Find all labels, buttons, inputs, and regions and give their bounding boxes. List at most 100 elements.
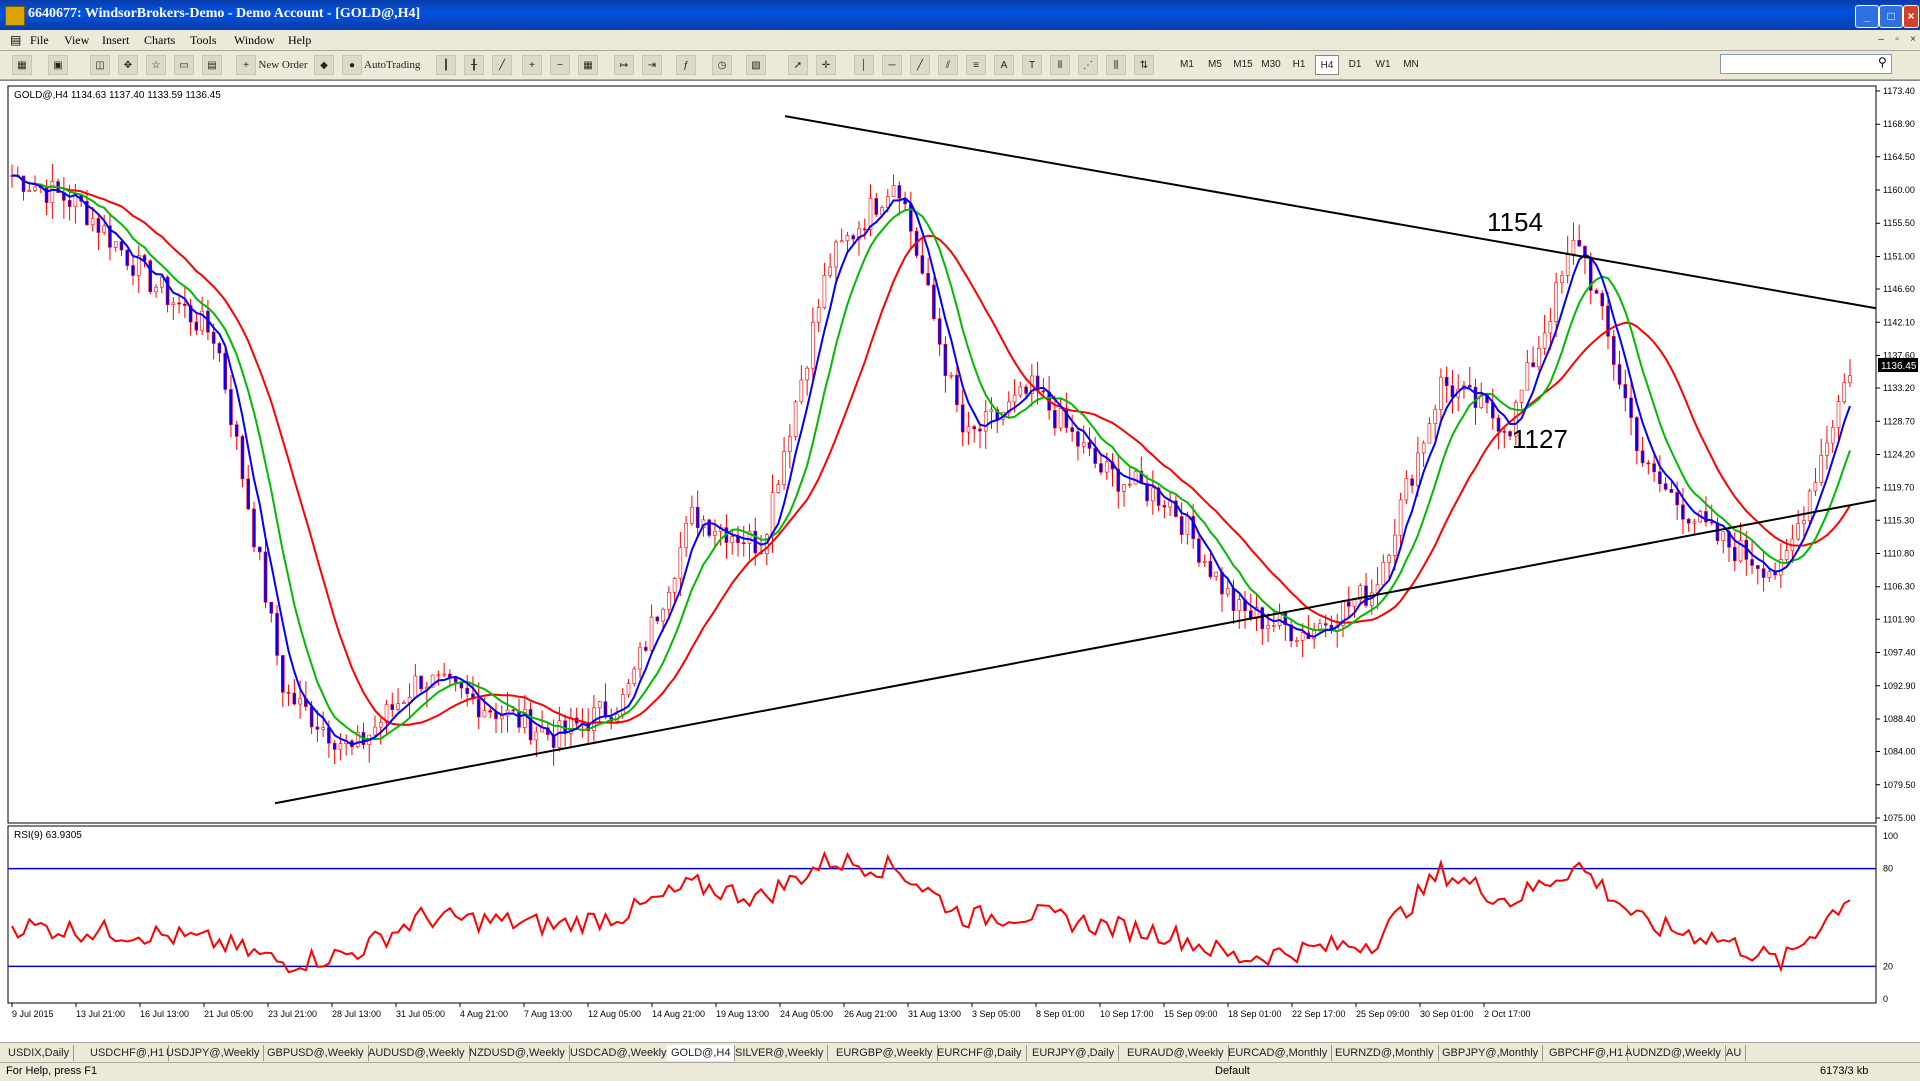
- fibonacci-icon[interactable]: ≡: [966, 55, 986, 75]
- menu-tools[interactable]: Tools: [190, 33, 217, 48]
- terminal-icon[interactable]: ▭: [174, 55, 194, 75]
- time-label: 16 Jul 13:00: [140, 1009, 189, 1019]
- price-label: 1142.10: [1883, 317, 1915, 327]
- strategy-tester-icon[interactable]: ▤: [202, 55, 222, 75]
- close-button[interactable]: ×: [1903, 5, 1919, 28]
- candle-body: [1202, 560, 1207, 563]
- menu-window[interactable]: Window: [234, 33, 275, 48]
- menu-view[interactable]: View: [64, 33, 89, 48]
- candle-body: [1709, 521, 1714, 524]
- chart-canvas[interactable]: 1173.40 1168.90 1164.50 1160.00 1155.50 1151.…: [0, 81, 1920, 1043]
- autotrading-button[interactable]: AutoTrading: [364, 55, 420, 75]
- chart-tab[interactable]: EURGBP@,Weekly: [832, 1045, 938, 1061]
- chart-tab[interactable]: GBPJPY@,Monthly: [1438, 1045, 1544, 1061]
- time-label: 3 Sep 05:00: [972, 1009, 1021, 1019]
- horizontal-line-icon[interactable]: ─: [882, 55, 902, 75]
- candle-body: [983, 411, 988, 432]
- chart-tab[interactable]: EURCAD@,Monthly: [1224, 1045, 1333, 1061]
- candle-body: [102, 225, 106, 233]
- price-label: 1146.60: [1883, 284, 1915, 294]
- line-chart-icon[interactable]: ╱: [492, 55, 512, 75]
- chart-tab[interactable]: AUDNZD@,Weekly: [1621, 1045, 1726, 1061]
- child-restore-icon[interactable]: ▫: [1890, 33, 1904, 47]
- zoom-out-icon[interactable]: −: [550, 55, 570, 75]
- chart-tab[interactable]: GOLD@,H4: [667, 1045, 736, 1061]
- fibo-expansion-icon[interactable]: ⋰: [1078, 55, 1098, 75]
- minimize-button[interactable]: _: [1855, 5, 1879, 28]
- new-order-icon[interactable]: +: [236, 55, 256, 75]
- text-icon[interactable]: A: [994, 55, 1014, 75]
- indicators-icon[interactable]: ƒ: [676, 55, 696, 75]
- candle-body: [937, 318, 942, 345]
- periods-icon[interactable]: ◷: [712, 55, 732, 75]
- candle-body: [1669, 489, 1674, 493]
- chart-shift-icon[interactable]: ⇥: [642, 55, 662, 75]
- chart-tab[interactable]: USDJPY@,Weekly: [162, 1045, 265, 1061]
- maximize-button[interactable]: □: [1879, 5, 1903, 28]
- timeframe-m15[interactable]: M15: [1231, 55, 1255, 75]
- child-minimize-icon[interactable]: –: [1874, 33, 1888, 47]
- chart-tab[interactable]: USDIX,Daily: [4, 1045, 75, 1061]
- fibo-channel-icon[interactable]: ⫴: [1050, 55, 1070, 75]
- chart-tab[interactable]: EURAUD@,Weekly: [1123, 1045, 1229, 1061]
- autotrading-icon[interactable]: ●: [342, 55, 362, 75]
- candle-body: [839, 240, 844, 243]
- chart-tab[interactable]: AU: [1722, 1045, 1747, 1061]
- timeframe-m1[interactable]: M1: [1175, 55, 1199, 75]
- timeframe-mn[interactable]: MN: [1399, 55, 1423, 75]
- autoscroll-icon[interactable]: ↦: [614, 55, 634, 75]
- new-order-button[interactable]: New Order: [258, 55, 308, 75]
- text-label-icon[interactable]: T: [1022, 55, 1042, 75]
- candle-body: [828, 266, 832, 276]
- annotation-1127[interactable]: 1127: [1512, 424, 1568, 454]
- chart-tab[interactable]: EURJPY@,Daily: [1028, 1045, 1120, 1061]
- vertical-line-icon[interactable]: │: [854, 55, 874, 75]
- chart-tab[interactable]: EURCHF@,Daily: [933, 1045, 1027, 1061]
- bar-chart-icon[interactable]: ┃: [436, 55, 456, 75]
- chart-tab[interactable]: SILVER@,Weekly: [731, 1045, 829, 1061]
- new-chart-icon[interactable]: ▦: [12, 55, 32, 75]
- timeframe-w1[interactable]: W1: [1371, 55, 1395, 75]
- menu-charts[interactable]: Charts: [144, 33, 175, 48]
- chart-tab[interactable]: AUDUSD@,Weekly: [364, 1045, 470, 1061]
- data-window-icon[interactable]: ☆: [146, 55, 166, 75]
- menu-insert[interactable]: Insert: [102, 33, 129, 48]
- templates-icon[interactable]: ▧: [746, 55, 766, 75]
- child-close-icon[interactable]: ×: [1906, 33, 1920, 47]
- chart-tab[interactable]: USDCAD@,Weekly: [566, 1045, 672, 1061]
- timeframe-h4[interactable]: H4: [1315, 55, 1339, 75]
- menu-help[interactable]: Help: [288, 33, 311, 48]
- price-label: 1133.20: [1883, 383, 1915, 393]
- chart-window[interactable]: 1173.40 1168.90 1164.50 1160.00 1155.50 1151.…: [0, 80, 1920, 1043]
- trendline-icon[interactable]: ╱: [910, 55, 930, 75]
- timeframe-m5[interactable]: M5: [1203, 55, 1227, 75]
- zoom-in-icon[interactable]: +: [522, 55, 542, 75]
- candlestick-icon[interactable]: ╂: [464, 55, 484, 75]
- arrows-icon[interactable]: ⇅: [1134, 55, 1154, 75]
- menu-file[interactable]: File: [30, 33, 49, 48]
- cursor-icon[interactable]: ➚: [788, 55, 808, 75]
- chart-tab[interactable]: NZDUSD@,Weekly: [465, 1045, 570, 1061]
- profiles-icon[interactable]: ▣: [48, 55, 68, 75]
- tile-windows-icon[interactable]: ▦: [578, 55, 598, 75]
- timeframe-h1[interactable]: H1: [1287, 55, 1311, 75]
- crosshair-icon[interactable]: ✛: [816, 55, 836, 75]
- candle-body: [1756, 565, 1760, 569]
- equidistant-channel-icon[interactable]: ⫽: [938, 55, 958, 75]
- candle-body: [257, 546, 262, 553]
- search-icon[interactable]: ⚲: [1878, 55, 1887, 69]
- annotation-1154[interactable]: 1154: [1487, 207, 1543, 237]
- chart-tab[interactable]: EURNZD@,Monthly: [1331, 1045, 1439, 1061]
- fibo-timezones-icon[interactable]: ⫼: [1106, 55, 1126, 75]
- candle-body: [315, 726, 320, 730]
- candle-body: [955, 374, 959, 406]
- chart-tab[interactable]: GBPUSD@,Weekly: [263, 1045, 369, 1061]
- timeframe-m30[interactable]: M30: [1259, 55, 1283, 75]
- search-input[interactable]: [1720, 54, 1892, 74]
- timeframe-d1[interactable]: D1: [1343, 55, 1367, 75]
- market-watch-icon[interactable]: ◫: [90, 55, 110, 75]
- chart-tab[interactable]: GBPCHF@,H1: [1545, 1045, 1629, 1061]
- navigator-icon[interactable]: ✥: [118, 55, 138, 75]
- chart-tab[interactable]: USDCHF@,H1: [86, 1045, 170, 1061]
- metaeditor-icon[interactable]: ◆: [314, 55, 334, 75]
